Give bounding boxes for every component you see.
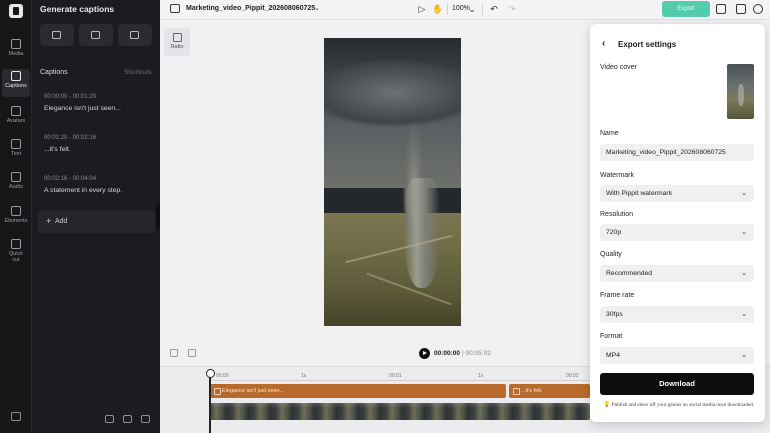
back-arrow-icon[interactable]: ‹ — [602, 38, 605, 49]
quick-cut-icon — [11, 239, 21, 249]
text-icon — [11, 139, 21, 149]
tornado-dust — [404, 178, 440, 288]
caption-text[interactable]: A statement in every step. — [44, 187, 122, 194]
video-cloud — [324, 58, 461, 128]
timeline-tick: 1s — [478, 373, 484, 379]
download-icon[interactable] — [105, 415, 114, 423]
divider — [482, 4, 483, 15]
gear-icon[interactable] — [753, 4, 763, 14]
ratio-icon — [172, 33, 182, 42]
video-cover-label: Video cover — [600, 64, 637, 71]
play-button[interactable] — [419, 348, 430, 359]
watermark-label: Watermark — [600, 172, 634, 179]
caption-tool-button-2[interactable] — [79, 24, 113, 46]
chevron-down-icon: ⌄ — [741, 311, 747, 318]
split-icon[interactable] — [170, 349, 178, 357]
app-logo-icon[interactable] — [9, 4, 23, 18]
redo-icon[interactable]: ↷ — [507, 4, 517, 14]
video-preview[interactable] — [324, 38, 461, 326]
layout-icon[interactable] — [736, 4, 746, 14]
dialog-title: Export settings — [618, 40, 677, 49]
export-button[interactable]: Export — [662, 1, 710, 17]
captions-panel: Generate captions Captions Shortcuts 00:… — [32, 0, 160, 433]
video-ground — [324, 213, 461, 326]
media-icon — [11, 39, 21, 49]
timeline-ruler — [210, 380, 640, 381]
watermark-select[interactable]: With Pippit watermark ⌄ — [600, 185, 754, 202]
caption-text[interactable]: ...it's felt. — [44, 146, 71, 153]
rail-item-quick-cut[interactable]: Quick cut — [0, 237, 32, 271]
rail-item-media[interactable]: Media — [0, 37, 32, 65]
plus-icon: + — [46, 216, 52, 226]
top-bar: Marketing_video_Pippit_202608060725 ⌄ ▷ … — [160, 0, 770, 20]
format-select[interactable]: MP4 ⌄ — [600, 347, 754, 364]
playhead[interactable] — [206, 369, 214, 433]
subtitle-icon — [91, 31, 100, 39]
project-name[interactable]: Marketing_video_Pippit_202608060725 — [186, 5, 315, 12]
chevron-down-icon: ⌄ — [741, 352, 747, 359]
auto-caption-icon — [130, 31, 139, 39]
lightbulb-icon: 💡 — [603, 402, 611, 408]
panel-title: Generate captions — [40, 4, 115, 14]
pointer-icon[interactable]: ▷ — [417, 4, 427, 14]
video-track[interactable] — [210, 403, 590, 420]
resolution-label: Resolution — [600, 211, 634, 218]
download-button[interactable]: Download — [600, 373, 754, 395]
frame-rate-label: Frame rate — [600, 292, 635, 299]
export-settings-dialog: ‹ Export settings Video cover Name Marke… — [590, 24, 765, 422]
add-caption-button[interactable]: + Add — [38, 211, 155, 233]
audio-icon — [11, 172, 21, 182]
format-label: Format — [600, 333, 623, 340]
caption-tool-button-1[interactable] — [40, 24, 74, 46]
quality-label: Quality — [600, 251, 622, 258]
captions-icon — [11, 71, 21, 81]
rail-item-avatars[interactable]: Avatars — [0, 104, 32, 132]
project-icon — [170, 4, 180, 13]
chevron-down-icon: ⌄ — [741, 270, 747, 277]
caption-clip[interactable]: ...it's felt. — [509, 384, 590, 398]
elements-icon — [11, 206, 21, 216]
caption-style-icon — [52, 31, 61, 39]
caption-clip[interactable]: Elegance isn't just seen... — [210, 384, 506, 398]
avatar-icon — [11, 106, 21, 116]
video-cover-thumbnail[interactable] — [727, 64, 754, 119]
ratio-button[interactable]: Ratio — [164, 28, 190, 56]
hand-icon[interactable]: ✋ — [432, 4, 443, 14]
frame-rate-select[interactable]: 30fps ⌄ — [600, 306, 754, 323]
captions-heading: Captions — [40, 69, 68, 76]
caption-settings-icon[interactable] — [141, 415, 150, 423]
undo-icon[interactable]: ↶ — [489, 4, 499, 14]
total-time: | 00:05:02 — [462, 350, 491, 357]
caption-time[interactable]: 00:00:00 - 00:01:20 — [44, 94, 96, 100]
name-label: Name — [600, 130, 619, 137]
divider — [447, 4, 448, 15]
quality-select[interactable]: Recommended ⌄ — [600, 265, 754, 282]
caption-text[interactable]: Elegance isn't just seen... — [44, 105, 121, 112]
publish-hint: 💡 Publish and show off your genius on so… — [603, 402, 755, 408]
timeline-tick: 00:00 — [216, 373, 229, 379]
timeline-tick: 00:02 — [566, 373, 579, 379]
rail-item-captions[interactable]: Captions — [2, 69, 30, 97]
left-rail: Media Captions Avatars Text Audio Elemen… — [0, 0, 32, 433]
help-icon[interactable] — [11, 412, 21, 421]
rail-item-elements[interactable]: Elements — [0, 204, 32, 232]
delete-icon[interactable] — [188, 349, 196, 357]
current-time: 00:00:00 — [434, 350, 461, 357]
name-input[interactable]: Marketing_video_Pippit_202608060725 — [600, 144, 754, 161]
caption-time[interactable]: 00:01:20 - 00:02:16 — [44, 135, 96, 141]
rail-item-text[interactable]: Text — [0, 137, 32, 165]
layers-icon[interactable] — [716, 4, 726, 14]
zoom-chevron-down-icon[interactable]: ⌄ — [467, 4, 477, 14]
shortcuts-link[interactable]: Shortcuts — [124, 69, 151, 76]
rail-item-audio[interactable]: Audio — [0, 170, 32, 198]
chevron-down-icon: ⌄ — [741, 229, 747, 236]
caption-time[interactable]: 00:02:16 - 00:04:04 — [44, 176, 96, 182]
chevron-down-icon: ⌄ — [741, 190, 747, 197]
chevron-down-icon[interactable]: ⌄ — [314, 4, 320, 12]
timeline-tick: 00:01 — [389, 373, 402, 379]
caption-tool-button-3[interactable] — [118, 24, 152, 46]
timeline-tick: 1s — [301, 373, 307, 379]
resolution-select[interactable]: 720p ⌄ — [600, 224, 754, 241]
translate-icon[interactable] — [123, 415, 132, 423]
